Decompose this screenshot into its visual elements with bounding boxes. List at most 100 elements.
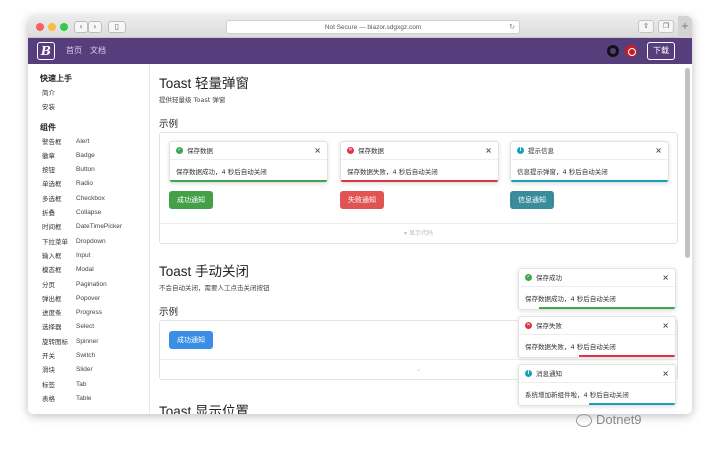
sidebar-item-label: 模态框	[42, 266, 62, 275]
sidebar-toggle-icon[interactable]: ▯	[108, 21, 126, 33]
sidebar-item-select[interactable]: 选择器 Select	[40, 320, 149, 334]
sidebar-item-label-en: Slider	[76, 366, 93, 374]
sidebar-item-progress[interactable]: 进度条 Progress	[40, 306, 149, 320]
scrollbar[interactable]	[685, 68, 690, 258]
new-tab-icon[interactable]: +	[678, 16, 692, 38]
close-icon[interactable]: ×	[485, 142, 492, 160]
sidebar-item-label: 下拉菜单	[42, 237, 68, 246]
share-icon[interactable]: ⇧	[638, 20, 654, 33]
sidebar-item-dropdown[interactable]: 下拉菜单 Dropdown	[40, 235, 149, 249]
close-icon[interactable]: ×	[662, 365, 669, 383]
sidebar-item-label-en: Collapse	[76, 209, 102, 217]
sidebar-item-label: 时间框	[42, 223, 62, 232]
sidebar-item-modal[interactable]: 模态框 Modal	[40, 263, 149, 277]
toast-body: 系统增加新组件啦，4 秒后自动关闭	[525, 391, 629, 399]
floating-toast-info: i 消息通知 × 系统增加新组件啦，4 秒后自动关闭	[518, 364, 676, 406]
info-circle-icon: i	[517, 147, 524, 154]
show-code-toggle[interactable]: ▾ 显示代码	[160, 223, 677, 243]
sidebar-item-label-en: Spinner	[76, 337, 99, 345]
toast-body: 保存数据成功，4 秒后自动关闭	[176, 168, 267, 176]
success-notify-button[interactable]: 成功通知	[169, 191, 213, 209]
sidebar-item-label-en: Dropdown	[76, 237, 106, 245]
close-icon[interactable]: ×	[314, 142, 321, 160]
sidebar-item-label: 输入框	[42, 251, 62, 260]
info-notify-button[interactable]: 信息通知	[510, 191, 554, 209]
sidebar-item-popover[interactable]: 弹出框 Popover	[40, 292, 149, 306]
sidebar-item-label: 旋转图标	[42, 337, 68, 346]
brand-logo[interactable]: B	[37, 42, 55, 60]
close-icon[interactable]: ×	[662, 317, 669, 335]
floating-toast-success: ✓ 保存成功 × 保存数据成功，4 秒后自动关闭	[518, 268, 676, 310]
sidebar-item-install[interactable]: 安装	[40, 100, 149, 114]
sidebar-item-tab[interactable]: 标签 Tab	[40, 378, 149, 392]
sidebar-item-label-en: Popover	[76, 294, 101, 302]
close-icon[interactable]: ×	[662, 269, 669, 287]
sidebar-item-intro[interactable]: 简介	[40, 86, 149, 100]
toast-body: 保存数据成功，4 秒后自动关闭	[525, 295, 616, 303]
toast-progress-bar	[511, 180, 668, 182]
x-circle-icon: ✕	[347, 147, 354, 154]
sidebar-item-label-en: Select	[76, 323, 95, 331]
sidebar-item-collapse[interactable]: 折叠 Collapse	[40, 206, 149, 220]
toast-progress-bar	[170, 180, 327, 182]
app-navbar: B 首页 文档 下载	[28, 38, 692, 64]
sidebar-item-label: 弹出框	[42, 294, 62, 303]
sidebar-item-spinner[interactable]: 旋转图标 Spinner	[40, 335, 149, 349]
toast-body: 信息提示弹窗，4 秒后自动关闭	[517, 168, 608, 176]
download-button[interactable]: 下载	[647, 42, 675, 60]
sidebar-item-label-en: Button	[76, 166, 95, 174]
section-description: 提供轻量级 Toast 弹窗	[159, 96, 226, 104]
sidebar-item-button[interactable]: 按钮 Button	[40, 163, 149, 177]
sidebar-item-slider[interactable]: 滑块 Slider	[40, 363, 149, 377]
sidebar-item-radio[interactable]: 单选框 Radio	[40, 177, 149, 191]
sidebar-item-checkbox[interactable]: 多选框 Checkbox	[40, 192, 149, 206]
page-title: Toast 轻量弹窗	[159, 76, 250, 91]
sidebar-item-datetimepicker[interactable]: 时间框 DateTimePicker	[40, 220, 149, 234]
gitee-icon[interactable]	[625, 45, 637, 57]
close-window-icon[interactable]	[36, 23, 44, 31]
sidebar-item-badge[interactable]: 徽章 Badge	[40, 149, 149, 163]
sidebar-item-label: 折叠	[42, 209, 55, 218]
example-heading: 示例	[159, 307, 179, 318]
sidebar-section-title: 快速上手	[40, 74, 72, 83]
toast-progress-bar	[589, 403, 675, 405]
toast-progress-bar	[539, 307, 675, 309]
tabs-icon[interactable]: ❐	[658, 20, 674, 33]
reload-icon[interactable]: ↻	[509, 21, 515, 34]
info-circle-icon: i	[525, 370, 532, 377]
sidebar-item-label-en: Switch	[76, 352, 96, 360]
toast-title: 保存数据	[187, 147, 213, 155]
success-notify-button[interactable]: 成功通知	[169, 331, 213, 349]
forward-icon[interactable]: ›	[88, 21, 102, 33]
toast-title: 保存数据	[358, 147, 384, 155]
example-heading: 示例	[159, 119, 179, 130]
close-icon[interactable]: ×	[655, 142, 662, 160]
sidebar-item-switch[interactable]: 开关 Switch	[40, 349, 149, 363]
error-notify-button[interactable]: 失败通知	[340, 191, 384, 209]
sidebar-item-alert[interactable]: 警告框 Alert	[40, 135, 149, 149]
github-icon[interactable]	[607, 45, 619, 57]
toast-progress-bar	[579, 355, 675, 357]
address-bar[interactable]: Not Secure — blazor.sdgxgz.com ↻	[226, 20, 520, 34]
toast-error: ✕ 保存数据 × 保存数据失败，4 秒后自动关闭	[340, 141, 499, 183]
main-content: Toast 轻量弹窗 提供轻量级 Toast 弹窗 示例 ✓ 保存数据 × 保存数据…	[150, 64, 680, 414]
sidebar-item-label: 滑块	[42, 366, 55, 375]
nav-home[interactable]: 首页	[66, 45, 82, 56]
back-icon[interactable]: ‹	[74, 21, 88, 33]
check-circle-icon: ✓	[525, 274, 532, 281]
nav-docs[interactable]: 文档	[90, 45, 106, 56]
sidebar-item-table[interactable]: 表格 Table	[40, 392, 149, 406]
sidebar-item-label: 开关	[42, 352, 55, 361]
floating-toast-error: ✕ 保存失败 × 保存数据失败，4 秒后自动关闭	[518, 316, 676, 358]
toast-title: 提示信息	[528, 147, 554, 155]
sidebar-item-pagination[interactable]: 分页 Pagination	[40, 278, 149, 292]
browser-titlebar: ‹ › ▯ Not Secure — blazor.sdgxgz.com ↻ ⇧…	[28, 16, 692, 38]
x-circle-icon: ✕	[525, 322, 532, 329]
sidebar-item-label-en: Input	[76, 251, 91, 259]
minimize-window-icon[interactable]	[48, 23, 56, 31]
toast-info: i 提示信息 × 信息提示弹窗，4 秒后自动关闭	[510, 141, 669, 183]
sidebar-item-input[interactable]: 输入框 Input	[40, 249, 149, 263]
zoom-window-icon[interactable]	[60, 23, 68, 31]
sidebar: 快速上手 简介 安装 组件 警告框 Alert 徽章 Badge 按钮 Button 单选框…	[28, 64, 150, 414]
sidebar-item-label: 标签	[42, 380, 55, 389]
